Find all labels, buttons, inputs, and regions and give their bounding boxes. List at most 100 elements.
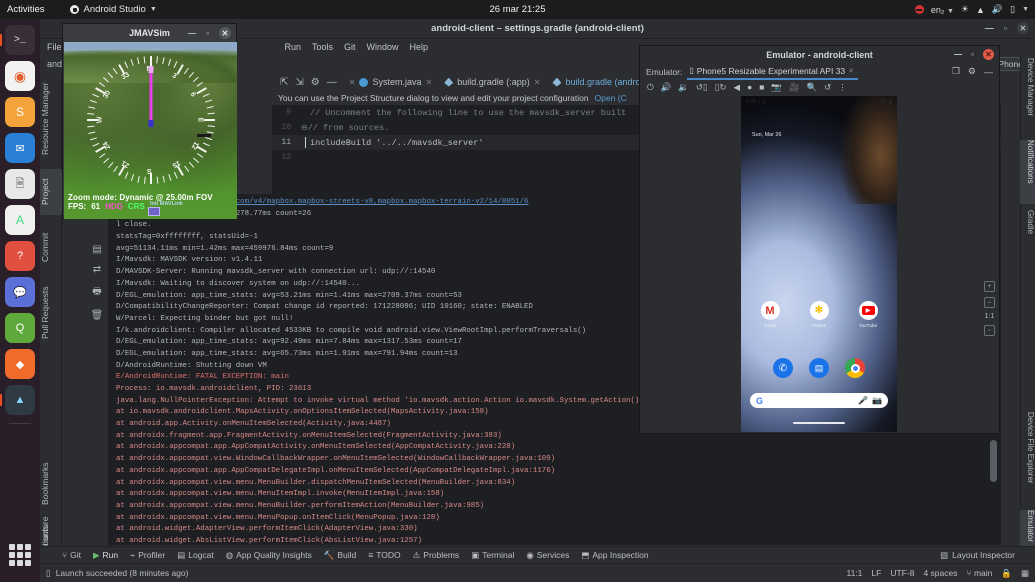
sidebar-item-bookmarks[interactable]: Bookmarks xyxy=(40,455,62,513)
close-icon[interactable]: ✕ xyxy=(534,78,541,87)
app-photos[interactable]: ✻ Photos xyxy=(804,301,834,328)
emulator-device-tab[interactable]: ▯ Phone5 Resizable Experimental API 33 ✕ xyxy=(687,64,859,80)
sidebar-item-project[interactable]: Project xyxy=(40,169,62,215)
rotate-right-icon[interactable]: ▯↻ xyxy=(715,82,727,93)
rotate-left-icon[interactable]: ↺▯ xyxy=(696,82,708,93)
close-button[interactable]: ✕ xyxy=(983,49,994,60)
file-encoding[interactable]: UTF-8 xyxy=(890,568,914,578)
maximize-button[interactable]: ▫ xyxy=(971,50,974,59)
fold-icon[interactable]: ⊖ xyxy=(298,123,308,133)
dock-item-vscode[interactable]: ◆ xyxy=(5,349,35,379)
home-date-widget[interactable]: Sun, Mar 26 xyxy=(752,132,781,138)
editor-tab-system-java[interactable]: ✕ System.java ✕ xyxy=(343,75,438,89)
hide-panel-icon[interactable]: — xyxy=(327,77,337,88)
caret-position[interactable]: 11:1 xyxy=(847,568,863,578)
system-clock[interactable]: 26 mar 21:25 xyxy=(490,4,546,15)
dock-item-android[interactable]: A xyxy=(5,205,35,235)
toolwindow-services[interactable]: ◉ Services xyxy=(526,550,569,561)
record-icon[interactable]: 🎥 xyxy=(789,82,800,93)
battery-icon[interactable]: ▯ xyxy=(1010,4,1015,15)
expand-all-icon[interactable]: ⇲ xyxy=(295,77,303,88)
google-search-bar[interactable]: G 🎤 📷 xyxy=(750,393,888,408)
zoom-icon[interactable]: 🔍 xyxy=(807,82,818,93)
menu-git[interactable]: Git xyxy=(344,42,356,52)
show-applications-button[interactable] xyxy=(9,544,31,566)
minimize-button[interactable]: — xyxy=(954,50,962,59)
sidebar-item-gradle[interactable]: Gradle xyxy=(1020,210,1035,252)
toolwindow-todo[interactable]: ≡ TODO xyxy=(368,550,400,560)
close-icon[interactable]: ✕ xyxy=(848,67,854,75)
overview-icon[interactable]: ■ xyxy=(759,82,764,92)
logcat-clear-icon[interactable]: 🗑 xyxy=(91,310,104,321)
menu-tools[interactable]: Tools xyxy=(312,42,333,52)
toolwindow-logcat[interactable]: ▤ Logcat xyxy=(177,550,214,561)
status-message[interactable]: Launch succeeded (8 minutes ago) xyxy=(56,568,189,578)
emulator-device-screen[interactable]: 9:25 • ◎ ▼ ◢ Sun, Mar 26 M Gmail ✻ Photo… xyxy=(741,96,897,432)
toolwindow-build[interactable]: 🔨 Build xyxy=(324,550,357,561)
toolwindow-run[interactable]: ▶ Run xyxy=(93,550,118,561)
lock-icon[interactable]: 🔒 xyxy=(1001,568,1012,579)
logcat-scrollbar[interactable] xyxy=(990,440,997,482)
home-icon[interactable]: ● xyxy=(747,82,752,92)
system-menu-chevron-icon[interactable]: ▼ xyxy=(1022,6,1029,13)
activities-button[interactable]: Activities xyxy=(0,4,52,15)
toolwindow-problems[interactable]: ⚠ Problems xyxy=(413,550,460,561)
settings-gear-icon[interactable]: ⚙ xyxy=(311,77,320,88)
maximize-button[interactable]: ▫ xyxy=(206,29,209,38)
zoom-fit-icon[interactable]: ▫ xyxy=(984,325,995,336)
app-youtube[interactable]: ▶ YouTube xyxy=(853,301,883,328)
chrome-icon[interactable] xyxy=(845,358,865,378)
line-separator[interactable]: LF xyxy=(871,568,881,578)
dock-item-files[interactable]: 🗎 xyxy=(5,169,35,199)
toolwindow-profiler[interactable]: ⌁ Profiler xyxy=(130,550,165,561)
sidebar-item-device-file-explorer[interactable]: Device File Explorer xyxy=(1020,412,1035,506)
notifications-icon[interactable]: ▦ xyxy=(1021,568,1029,579)
active-app-menu[interactable]: Android Studio ▼ xyxy=(70,4,157,15)
phone-icon[interactable]: ✆ xyxy=(773,358,793,378)
separate-window-icon[interactable]: ❐ xyxy=(952,66,960,77)
keyboard-layout[interactable]: en₂ ▼ xyxy=(931,5,954,15)
notification-action-link[interactable]: Open (C xyxy=(595,93,627,103)
collapse-all-icon[interactable]: ⇱ xyxy=(280,77,288,88)
menu-file[interactable]: File xyxy=(47,42,62,52)
jmavsim-viewport[interactable]: N 3 6 E 12 15 S 21 24 W 30 33 Zoom mode:… xyxy=(64,42,237,219)
toolwindow-terminal[interactable]: ▣ Terminal xyxy=(471,550,514,561)
minimize-button[interactable]: — xyxy=(985,23,994,33)
indent-setting[interactable]: 4 spaces xyxy=(923,568,957,578)
mic-icon[interactable]: 🎤 xyxy=(858,396,868,405)
settings-gear-icon[interactable]: ⚙ xyxy=(968,66,976,77)
sidebar-item-pull-requests[interactable]: Pull Requests xyxy=(40,277,62,349)
lens-camera-icon[interactable]: 📷 xyxy=(872,396,882,405)
screenshot-icon[interactable]: 📷 xyxy=(771,82,782,93)
more-icon[interactable]: ⋮ xyxy=(838,82,847,93)
menu-run[interactable]: Run xyxy=(284,42,301,52)
close-icon[interactable]: ✕ xyxy=(349,78,356,87)
dock-item-thunderbird[interactable]: ✉ xyxy=(5,133,35,163)
sidebar-item-resource-manager[interactable]: Resource Manager xyxy=(40,77,62,161)
messages-icon[interactable]: ▤ xyxy=(809,358,829,378)
zoom-out-icon[interactable]: − xyxy=(984,297,995,308)
toolwindow-app-quality-insights[interactable]: ◍ App Quality Insights xyxy=(226,550,312,561)
dock-item-terminal[interactable]: >_ xyxy=(0,25,35,55)
history-icon[interactable]: ↺ xyxy=(824,82,831,93)
app-gmail[interactable]: M Gmail xyxy=(755,301,785,328)
sidebar-item-notifications[interactable]: Notifications xyxy=(1020,140,1035,204)
dock-item-android-studio[interactable]: ▲ xyxy=(0,385,35,415)
editor-tab-build-gradle-app[interactable]: build.gradle (:app) ✕ xyxy=(438,75,546,89)
dock-item-qgis[interactable]: Q xyxy=(5,313,35,343)
sidebar-item-commit[interactable]: Commit xyxy=(40,223,62,271)
power-icon[interactable]: ⏻ xyxy=(647,82,654,93)
wifi-icon[interactable]: ▲ xyxy=(976,5,985,15)
toolwindow-layout-inspector[interactable]: ▧ Layout Inspector xyxy=(940,550,1015,561)
dock-item-help[interactable]: ? xyxy=(5,241,35,271)
volume-icon[interactable]: 🔊 xyxy=(992,4,1003,15)
back-icon[interactable]: ◀ xyxy=(734,82,741,93)
android-home-indicator[interactable] xyxy=(793,422,845,424)
minimize-button[interactable]: — xyxy=(188,29,196,38)
zoom-in-icon[interactable]: + xyxy=(984,281,995,292)
maximize-button[interactable]: ▫ xyxy=(1004,23,1007,33)
menu-help[interactable]: Help xyxy=(410,42,429,52)
hide-panel-icon[interactable]: — xyxy=(984,67,993,77)
logcat-filter-icon[interactable]: ▤ xyxy=(92,244,101,255)
volume-up-icon[interactable]: 🔊 xyxy=(661,82,672,93)
